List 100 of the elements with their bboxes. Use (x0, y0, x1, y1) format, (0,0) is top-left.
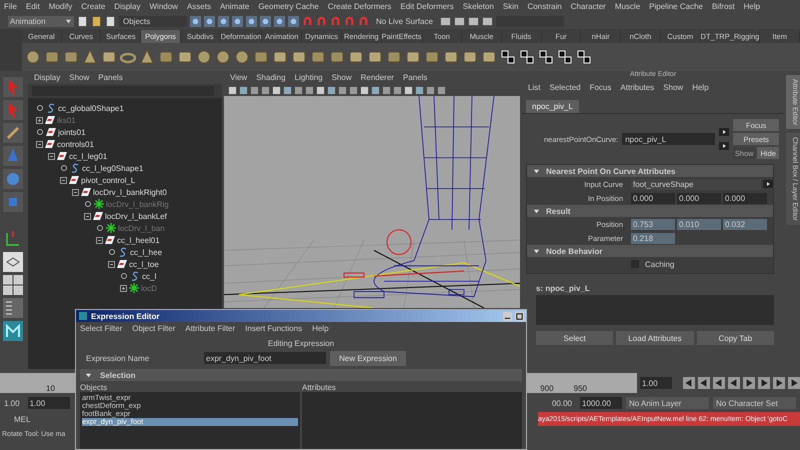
playback-end-field[interactable]: 00.00 (552, 398, 576, 408)
menu-item[interactable]: Skeleton (462, 2, 494, 11)
menu-item[interactable]: Insert Functions (245, 324, 302, 333)
expander-icon[interactable] (120, 284, 127, 292)
menu-item[interactable]: Create Deformers (328, 2, 392, 11)
number-field[interactable]: 0.000 (631, 192, 675, 204)
number-field[interactable]: 0.000 (677, 192, 721, 204)
paint-brush-icon[interactable] (3, 123, 23, 143)
layout-single-icon[interactable] (3, 252, 23, 272)
new-expression-button[interactable]: New Expression (330, 350, 406, 366)
layout-list-icon[interactable] (3, 298, 23, 318)
folder-icon[interactable] (91, 16, 102, 26)
menu-item[interactable]: Window (150, 2, 178, 11)
playback-icon[interactable] (683, 377, 695, 389)
menu-item[interactable]: Edit (26, 2, 40, 11)
pyramid-icon[interactable] (139, 49, 155, 65)
menu-item[interactable]: Pipeline Cache (649, 2, 703, 11)
command-language-label[interactable]: MEL (14, 414, 30, 424)
menu-item[interactable]: Bifrost (712, 2, 735, 11)
section-triangle-icon[interactable] (533, 168, 540, 174)
playback-icon[interactable] (743, 377, 755, 389)
playback-icon[interactable] (728, 377, 740, 389)
app-logo-icon[interactable] (3, 321, 23, 341)
anim-layer-dropdown[interactable]: No Anim Layer (626, 397, 709, 409)
menu-item[interactable]: Animate (220, 2, 250, 11)
number-field[interactable]: 0.753 (631, 218, 675, 230)
range-end-field[interactable]: 1000.00 (580, 397, 622, 409)
outliner-item[interactable]: cc_l_heel01 (117, 236, 160, 244)
expression-name-field[interactable]: expr_dyn_piv_foot (204, 352, 326, 364)
menu-item[interactable]: Character (570, 2, 606, 11)
selection-mode-field[interactable]: Objects (119, 16, 187, 26)
snap-tool-icon[interactable] (288, 16, 299, 26)
menu-item[interactable]: View (230, 73, 248, 82)
magnet-icon[interactable] (316, 16, 327, 26)
section-header[interactable]: Selection (80, 369, 522, 381)
menu-item[interactable]: Show (663, 83, 684, 92)
outliner-item[interactable]: locDrv_l_bankRig (106, 200, 169, 208)
snap-tool-icon[interactable] (260, 16, 271, 26)
snap-tool-icon[interactable] (232, 16, 243, 26)
number-field[interactable]: 0.000 (723, 192, 767, 204)
minimize-icon[interactable] (503, 312, 512, 320)
outliner-item[interactable]: cc_l_toe (129, 260, 159, 268)
plane-icon[interactable] (272, 49, 288, 65)
menu-item[interactable]: Object Filter (132, 324, 176, 333)
expander-icon[interactable] (60, 176, 67, 184)
outliner-item[interactable]: cc_l (142, 272, 156, 280)
magnet-icon[interactable] (330, 16, 341, 26)
menu-item[interactable]: Display (34, 73, 60, 82)
magnet-icon[interactable] (344, 16, 355, 26)
panel-button[interactable]: Select (536, 331, 614, 345)
outliner-item[interactable]: locD (141, 284, 158, 292)
snap-tool-icon[interactable] (218, 16, 229, 26)
outliner-item[interactable]: locDrv_l_bankRight0 (93, 188, 167, 196)
number-field[interactable]: 0.010 (677, 218, 721, 230)
plane-icon[interactable] (462, 49, 478, 65)
menu-item[interactable]: Panels (98, 73, 123, 82)
snap-tool-icon[interactable] (274, 16, 285, 26)
character-set-dropdown[interactable]: No Character Set (713, 397, 796, 409)
menu-item[interactable]: Modify (48, 2, 72, 11)
section-header[interactable]: Result (527, 205, 773, 217)
menu-item[interactable]: Shading (256, 73, 286, 82)
menu-item[interactable]: Help (312, 324, 329, 333)
outliner-item[interactable]: cc_global0Shape1 (58, 104, 124, 112)
playback-icon[interactable] (713, 377, 725, 389)
menu-item[interactable]: Create (81, 2, 106, 11)
playback-icon[interactable] (773, 377, 785, 389)
menu-item[interactable]: Lighting (294, 73, 323, 82)
menu-item[interactable]: Geometry Cache (258, 2, 319, 11)
panel-button[interactable]: Copy Tab (696, 331, 774, 345)
expander-icon[interactable] (48, 152, 55, 160)
section-header[interactable]: Node Behavior (527, 245, 773, 257)
expander-icon[interactable] (36, 116, 43, 124)
menu-item[interactable]: Attributes (620, 83, 654, 92)
menu-item[interactable]: Show (69, 73, 90, 82)
plane-icon[interactable] (481, 49, 497, 65)
section-triangle-icon[interactable] (533, 208, 540, 214)
pipe-icon[interactable] (158, 49, 174, 65)
section-triangle-icon[interactable] (533, 248, 540, 254)
outliner-item[interactable]: pivot_control_L (81, 176, 136, 184)
cone-icon[interactable] (82, 49, 98, 65)
expander-icon[interactable] (36, 140, 43, 148)
menu-item[interactable]: Skin (502, 2, 518, 11)
snap-tool-icon[interactable] (204, 16, 215, 26)
menu-item[interactable]: Attribute Filter (185, 324, 236, 333)
cylinder-icon[interactable] (63, 49, 79, 65)
menu-item[interactable]: Help (692, 83, 709, 92)
playback-icon[interactable] (788, 377, 800, 389)
menu-item[interactable]: Panels (402, 73, 428, 82)
plane-icon[interactable] (443, 49, 459, 65)
menu-item[interactable]: Focus (590, 83, 612, 92)
outliner-item[interactable]: cc_l_leg0Shape1 (82, 164, 144, 172)
expander-icon[interactable] (84, 212, 91, 220)
plane-icon[interactable] (405, 49, 421, 65)
menu-set-dropdown[interactable]: Animation (8, 16, 74, 26)
expander-icon[interactable] (72, 188, 79, 196)
menu-item[interactable]: Select Filter (80, 324, 122, 333)
magnet-icon[interactable] (358, 16, 369, 26)
playback-icon[interactable] (758, 377, 770, 389)
plane-icon[interactable] (291, 49, 307, 65)
menu-item[interactable]: List (528, 83, 540, 92)
